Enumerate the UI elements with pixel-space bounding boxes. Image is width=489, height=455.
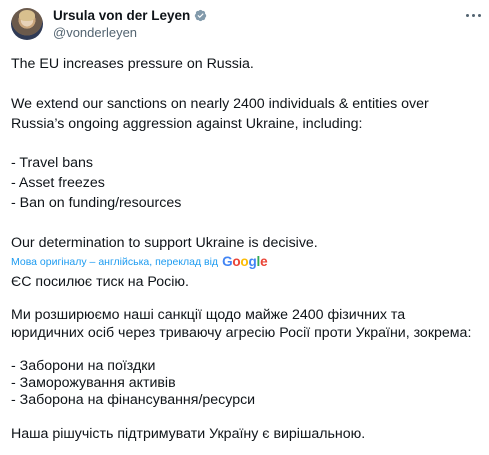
original-text-line: Our determination to support Ukraine is … <box>11 235 318 251</box>
more-options-icon[interactable] <box>462 6 484 24</box>
tweet: Ursula von der Leyen @vonderleyen The EU… <box>0 0 489 455</box>
translated-text-line: Ми розширюємо наші санкції щодо майже 24… <box>11 307 406 323</box>
translated-text-line: - Заборони на поїздки <box>11 358 156 374</box>
translated-text-line: ЄС посилює тиск на Росію. <box>11 274 189 290</box>
google-logo: Google <box>222 254 268 269</box>
verified-badge-icon[interactable] <box>194 9 207 22</box>
author-display-name[interactable]: Ursula von der Leyen <box>53 8 190 23</box>
translated-text-line: - Заборона на фінансування/ресурси <box>11 392 256 408</box>
translation-notice[interactable]: Мова оригіналу – англійська, переклад ві… <box>11 254 268 269</box>
original-text-line: - Travel bans <box>11 155 94 171</box>
original-text-line: Russia’s ongoing aggression against Ukra… <box>11 116 363 132</box>
original-text-line: - Ban on funding/resources <box>11 195 182 211</box>
original-text-line: The EU increases pressure on Russia. <box>11 56 254 72</box>
translated-text-line: - Заморожування активів <box>11 375 176 391</box>
original-text-line: - Asset freezes <box>11 175 105 191</box>
translation-notice-text: Мова оригіналу – англійська, переклад ві… <box>11 256 219 268</box>
avatar[interactable] <box>11 8 43 40</box>
original-text-line: We extend our sanctions on nearly 2400 i… <box>11 96 429 112</box>
translated-text-line: юридичних осіб через триваючу агресію Ро… <box>11 325 472 341</box>
translated-text-line: Наша рішучість підтримувати Україну є ви… <box>11 426 366 442</box>
author-name-row: Ursula von der Leyen <box>53 6 207 24</box>
author-handle[interactable]: @vonderleyen <box>53 25 137 40</box>
